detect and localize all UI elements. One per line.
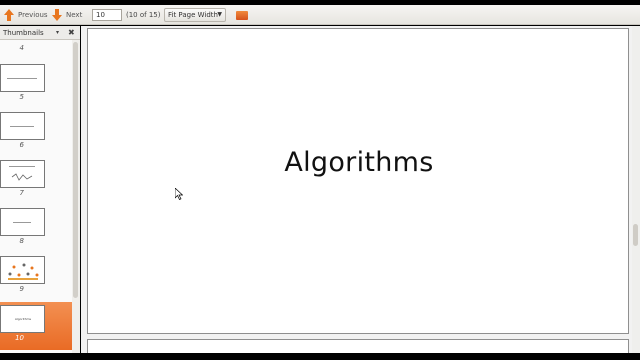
thumbnail-page-4[interactable]: 4	[0, 40, 73, 52]
thumbnail-diagram-icon	[8, 263, 39, 280]
thumbnail-page-9[interactable]: 9	[0, 253, 73, 301]
document-scrollbar[interactable]	[632, 26, 640, 353]
presentation-mode-icon[interactable]	[236, 11, 248, 20]
arrow-up-icon	[4, 9, 14, 21]
document-viewer: Algorithms	[81, 26, 640, 359]
thumbnail-text-line	[7, 78, 37, 79]
sidebar-header: Thumbnails ▾ ✖	[0, 26, 80, 40]
thumbnail-page-5[interactable]: 5	[0, 61, 73, 109]
previous-button[interactable]: Previous	[4, 5, 48, 25]
page-number-input[interactable]	[92, 9, 122, 21]
thumbnail-graph-icon	[11, 173, 33, 181]
page-count: (10 of 15)	[126, 11, 161, 19]
thumbnail-image: Algorithms	[0, 305, 45, 333]
sidebar-title: Thumbnails	[3, 29, 44, 37]
slide-title: Algorithms	[284, 147, 434, 178]
sidebar-scrollbar[interactable]	[72, 40, 80, 353]
thumbnail-page-6[interactable]: 6	[0, 109, 73, 157]
thumbnail-image	[0, 64, 45, 92]
thumbnail-page-10[interactable]: Algorithms 10	[0, 302, 73, 350]
arrow-down-icon	[52, 9, 62, 21]
thumbnail-slide-title: Algorithms	[14, 317, 32, 321]
thumbnail-text-line	[10, 126, 34, 127]
next-label: Next	[66, 11, 83, 19]
thumbnail-text-line	[13, 222, 31, 223]
thumbnail-page-number: 6	[19, 141, 24, 149]
window-bottom-edge	[0, 353, 640, 360]
thumbnail-image	[0, 208, 45, 236]
sidebar-dropdown-icon[interactable]: ▾	[56, 26, 59, 40]
zoom-value: Fit Page Width	[168, 11, 218, 19]
thumbnail-page-8[interactable]: 8	[0, 205, 73, 253]
previous-label: Previous	[18, 11, 48, 19]
thumbnail-page-number: 7	[19, 189, 24, 197]
thumbnail-page-number: 4	[19, 44, 24, 52]
thumbnail-page-number: 8	[19, 237, 24, 245]
sidebar-scrollbar-thumb[interactable]	[73, 42, 78, 298]
next-button[interactable]: Next	[52, 5, 82, 25]
chevron-down-icon: ▼	[217, 11, 222, 18]
current-slide: Algorithms	[87, 28, 629, 334]
zoom-select[interactable]: Fit Page Width ▼	[164, 8, 226, 22]
thumbnail-image	[0, 112, 45, 140]
thumbnail-page-7[interactable]: 7	[0, 157, 73, 205]
thumbnail-sidebar: 4 5 6 7 8 9 Algorithms 10	[0, 40, 80, 353]
close-icon[interactable]: ✖	[68, 26, 75, 40]
thumbnail-page-number: 5	[19, 93, 24, 101]
thumbnail-image	[0, 160, 45, 188]
thumbnail-page-number: 10	[15, 334, 24, 342]
toolbar: Previous Next (10 of 15) Fit Page Width …	[0, 5, 640, 25]
thumbnail-image	[0, 256, 45, 284]
document-scrollbar-thumb[interactable]	[633, 224, 638, 246]
mouse-cursor-icon	[175, 188, 183, 200]
thumbnail-text-line	[9, 166, 35, 167]
thumbnail-page-number: 9	[19, 285, 24, 293]
